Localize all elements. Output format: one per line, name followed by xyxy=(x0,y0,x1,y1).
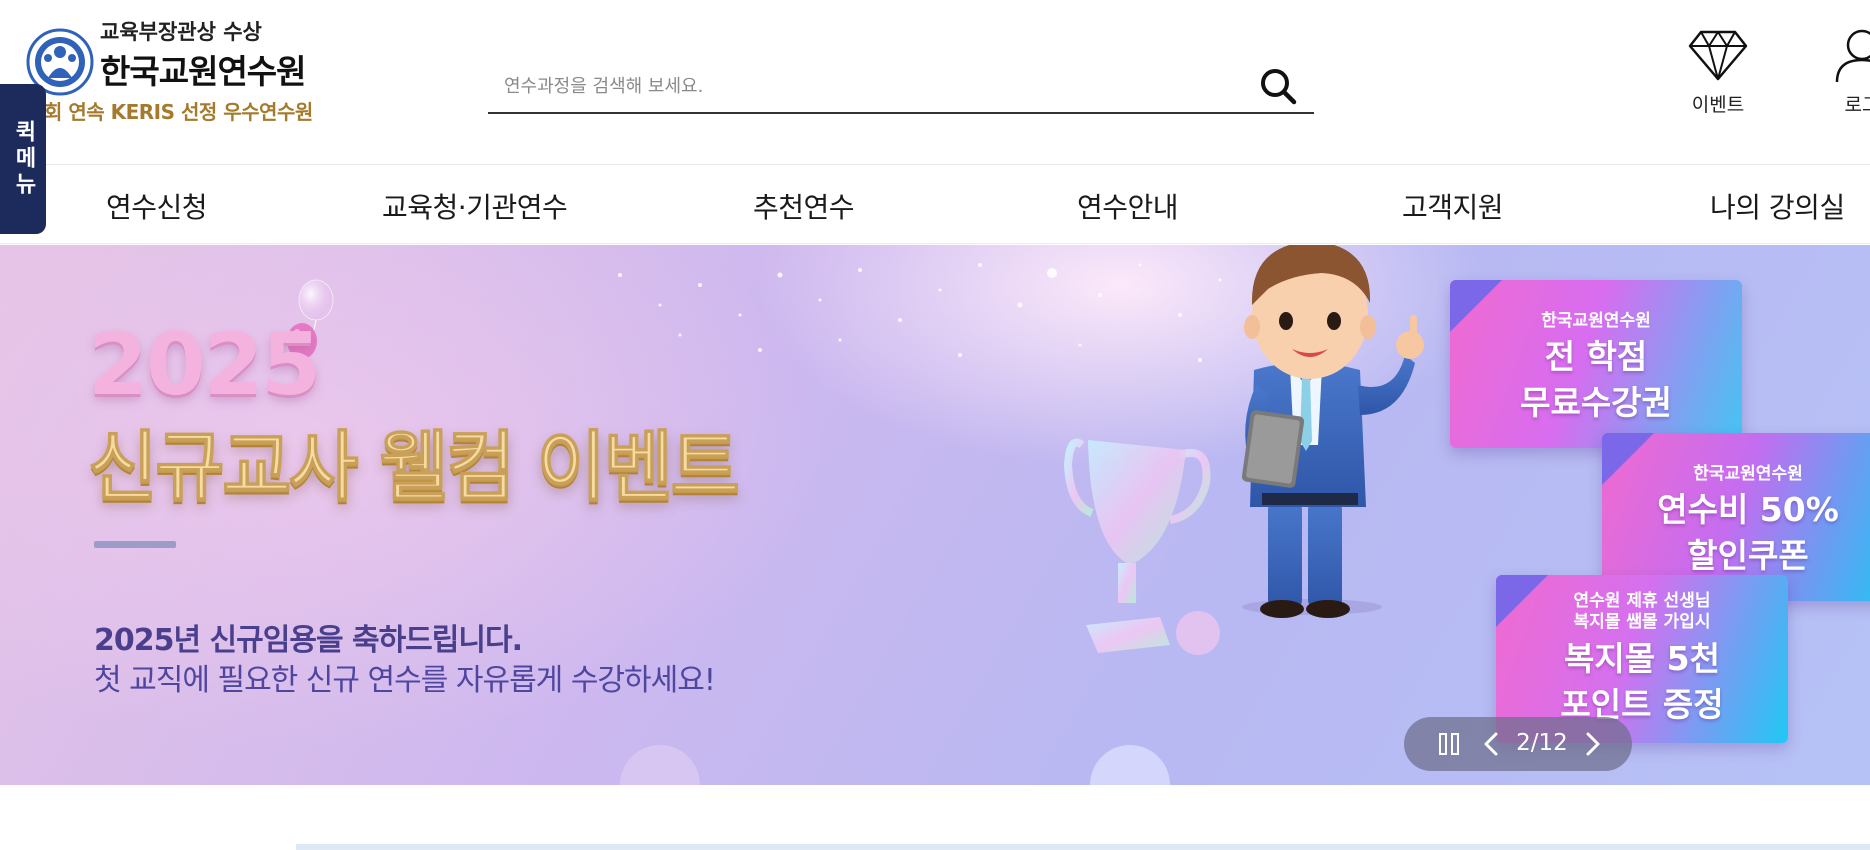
site-header: 교육부장관상 수상 한국교원연수원 회 연속 KERIS 선정 우수연수원 이벤… xyxy=(0,0,1870,165)
login-label: 로그 xyxy=(1844,94,1870,116)
main-banner-slide[interactable]: 2025 신규교사 웰컴 이벤트 2025년 신규임용을 축하드립니다. 첫 교… xyxy=(0,245,1870,785)
search-bar xyxy=(488,58,1314,114)
coupon-title-line2: 무료수강권 xyxy=(1520,383,1672,422)
nav-item-my-classroom[interactable]: 나의 강의실 xyxy=(1710,186,1845,226)
character-illustration xyxy=(1241,245,1424,618)
coupon-free-credit: 한국교원연수원 전 학점 무료수강권 xyxy=(1450,280,1742,448)
banner-year: 2025 xyxy=(88,315,321,415)
banner-divider xyxy=(94,541,176,548)
slide-counter: 2/12 xyxy=(1508,730,1576,756)
pause-icon[interactable] xyxy=(1434,727,1466,761)
logo-slogan: 회 연속 KERIS 선정 우수연수원 xyxy=(44,100,313,124)
search-input[interactable] xyxy=(502,70,1222,102)
login-link[interactable]: 로그 xyxy=(1824,28,1870,117)
diamond-icon xyxy=(1688,30,1748,81)
nav-item-course-apply[interactable]: 연수신청 xyxy=(106,186,208,226)
coupon-title-line1: 연수비 50% xyxy=(1657,490,1839,529)
coupon-condition-line2: 복지몰 쌤몰 가입시 xyxy=(1573,612,1711,632)
main-navigation: 연수신청 교육청·기관연수 추천연수 연수안내 고객지원 나의 강의실 xyxy=(0,166,1870,244)
nav-item-support[interactable]: 고객지원 xyxy=(1402,186,1504,226)
slide-separator: / xyxy=(1530,730,1539,756)
coupon-issuer: 한국교원연수원 xyxy=(1693,464,1803,484)
banner-description: 첫 교직에 필요한 신규 연수를 자유롭게 수강하세요! xyxy=(94,663,716,698)
banner-subtitle: 2025년 신규임용을 축하드립니다. xyxy=(94,623,523,658)
event-label: 이벤트 xyxy=(1691,94,1745,116)
coupon-title-line1: 복지몰 5천 xyxy=(1564,639,1720,678)
coupon-title-line1: 전 학점 xyxy=(1544,337,1648,376)
quick-menu-tab[interactable]: 퀵메뉴 xyxy=(0,84,46,234)
logo-name: 한국교원연수원 xyxy=(100,52,307,91)
content-section-edge xyxy=(296,844,1870,850)
nav-item-guide[interactable]: 연수안내 xyxy=(1077,186,1179,226)
nav-item-recommended[interactable]: 추천연수 xyxy=(753,186,855,226)
quick-menu-label: 퀵메뉴 xyxy=(11,120,36,198)
slider-controls: 2/12 xyxy=(1404,717,1632,771)
coupon-condition-line1: 연수원 제휴 선생님 xyxy=(1573,591,1711,611)
chevron-right-icon[interactable] xyxy=(1576,727,1608,761)
user-icon xyxy=(1835,29,1870,83)
logo-award-text: 교육부장관상 수상 xyxy=(100,20,262,44)
nav-item-institution-training[interactable]: 교육청·기관연수 xyxy=(382,186,568,226)
slide-current: 2 xyxy=(1516,730,1531,756)
slide-total: 12 xyxy=(1538,730,1568,756)
site-logo[interactable]: 교육부장관상 수상 한국교원연수원 회 연속 KERIS 선정 우수연수원 xyxy=(26,14,336,129)
search-icon[interactable] xyxy=(1256,64,1300,108)
coupon-title-line2: 할인쿠폰 xyxy=(1687,536,1809,575)
chevron-left-icon[interactable] xyxy=(1476,727,1508,761)
event-link[interactable]: 이벤트 xyxy=(1680,28,1756,117)
banner-headline: 신규교사 웰컴 이벤트 xyxy=(87,422,740,512)
coupon-issuer: 한국교원연수원 xyxy=(1541,311,1651,331)
